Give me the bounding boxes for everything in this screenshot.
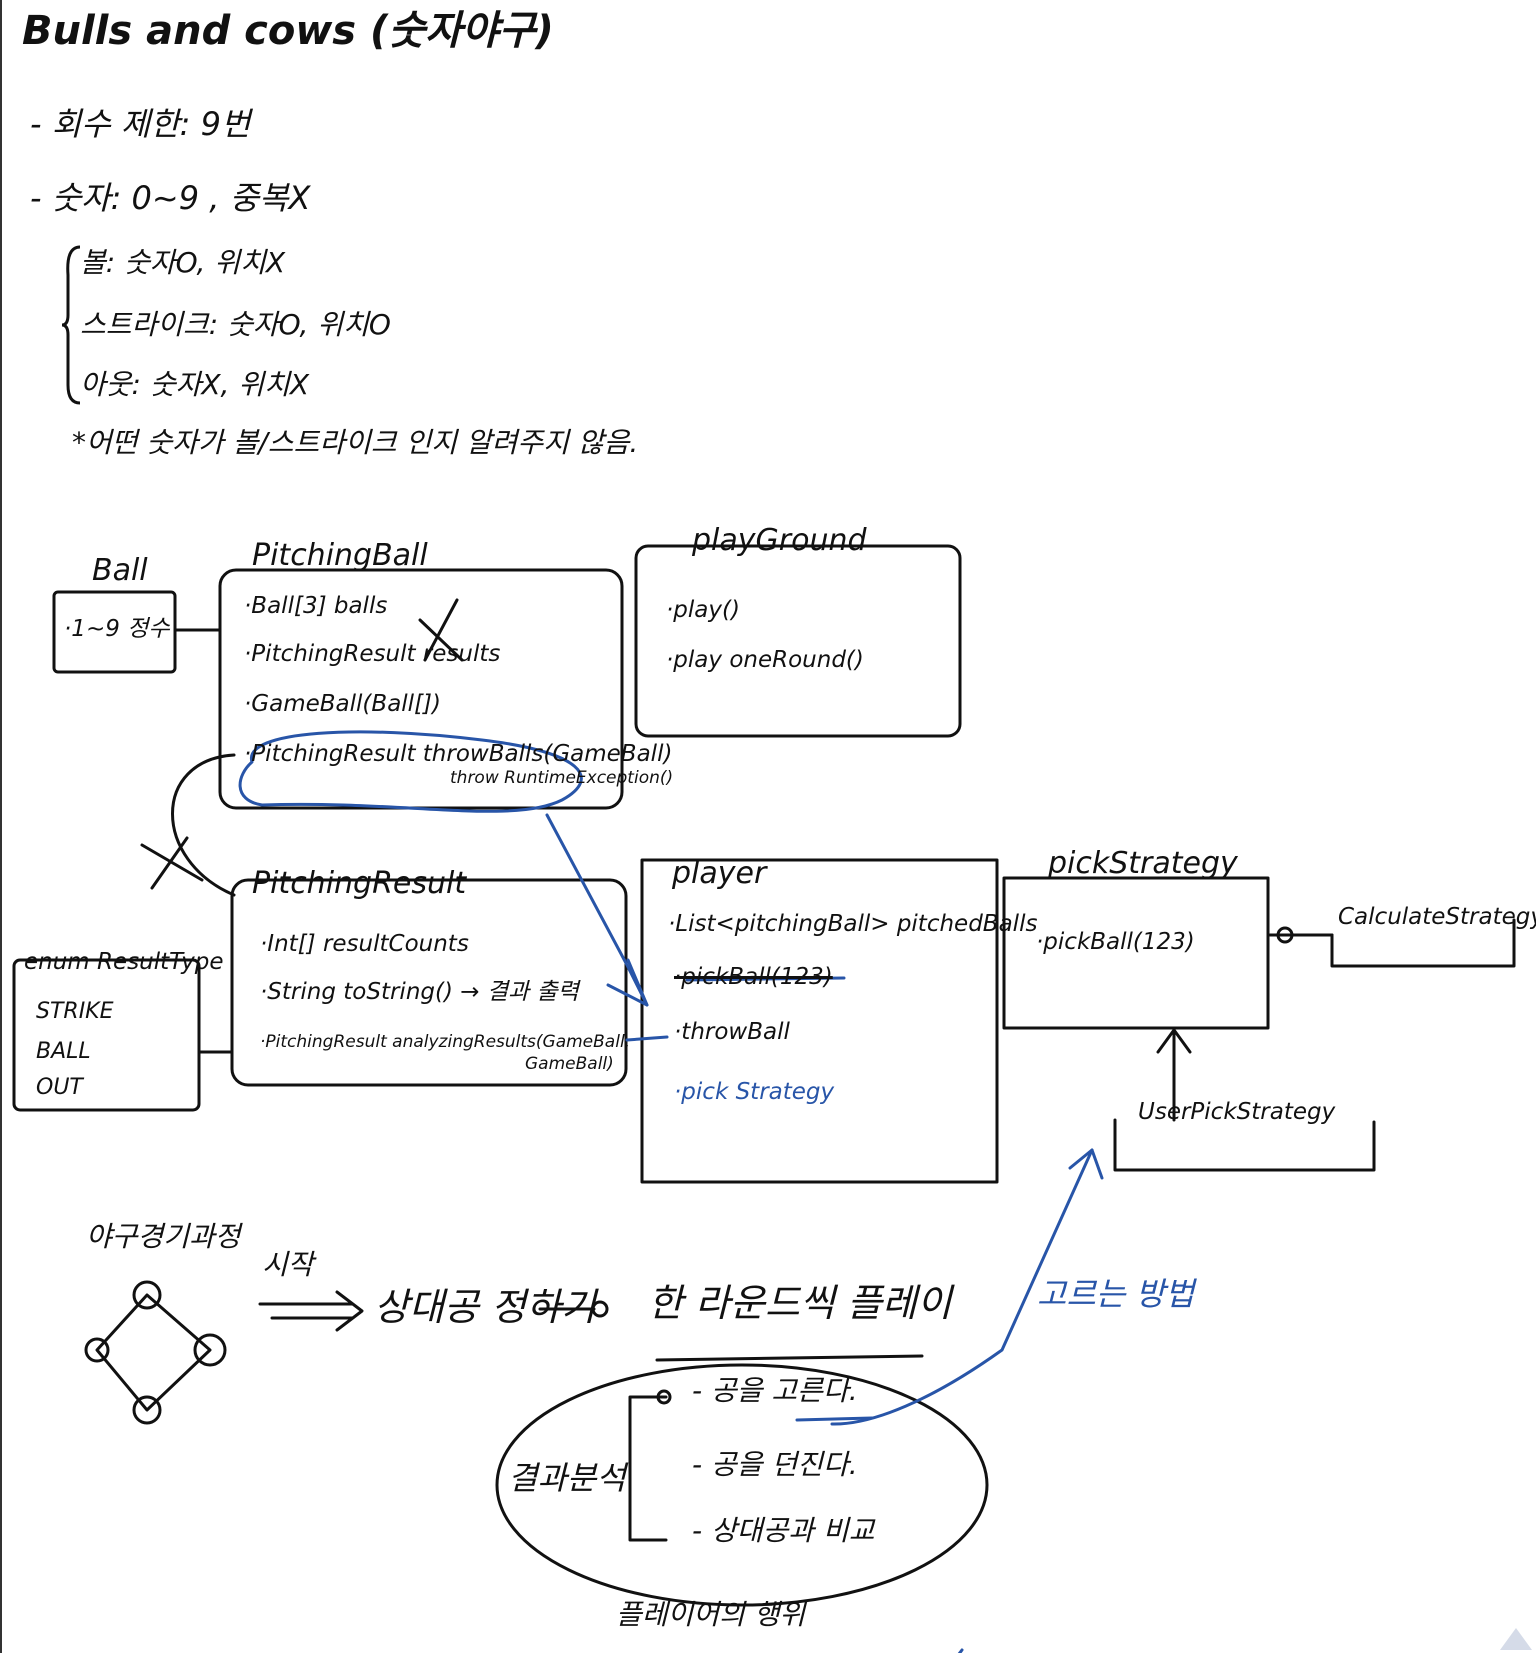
flow-step2: 한 라운드씩 플레이 — [648, 1281, 952, 1325]
sub-step-throw: - 공을 던진다. — [692, 1448, 858, 1481]
player-member-pickball: ·pickBall(123) — [674, 964, 833, 990]
pick-strategy-title: pickStrategy — [1048, 846, 1238, 881]
ball-member: ·1~9 정수 — [64, 616, 170, 642]
scroll-up-icon[interactable] — [1496, 1624, 1536, 1652]
sub-step-pick: - 공을 고른다. — [692, 1374, 858, 1407]
pitching-result-member-tostring: ·String toString() → 결과 출력 — [260, 979, 579, 1005]
pick-ball-underline — [795, 1416, 874, 1422]
analyzing-to-throwball-line — [625, 1035, 669, 1042]
player-member-pitchedballs: ·List<pitchingBall> pitchedBalls — [668, 911, 1038, 937]
pitching-result-member-analyzing-arg: GameBall) — [525, 1054, 614, 1074]
result-type-out: OUT — [36, 1075, 83, 1100]
diagram-canvas: Bulls and cows (숫자야구) - 회수 제한: 9번 - 숫자: … — [0, 0, 1536, 1653]
pitching-ball-member-results: ·PitchingResult results — [244, 641, 501, 667]
player-role-label: 플레이어의 행위 — [616, 1598, 806, 1631]
playground-box — [634, 544, 962, 738]
rule-attempts: - 회수 제한: 9번 — [30, 105, 251, 143]
playground-title: playGround — [692, 523, 867, 558]
player-title: player — [672, 856, 767, 891]
calculate-strategy-title: CalculateStrategy — [1338, 904, 1536, 930]
user-pick-strategy-title: UserPickStrategy — [1138, 1099, 1336, 1125]
rule-note: *어떤 숫자가 볼/스트라이크 인지 알려주지 않음. — [72, 426, 639, 459]
playground-member-play: ·play() — [666, 597, 740, 623]
player-member-pickstrategy: ·pick Strategy — [674, 1079, 835, 1105]
result-type-strike: STRIKE — [36, 999, 114, 1024]
pitching-ball-title: PitchingBall — [252, 538, 428, 573]
pitchingball-to-result-curve — [171, 753, 236, 897]
sub-step-compare: - 상대공과 비교 — [692, 1514, 875, 1547]
throwballs-to-player-arrow — [545, 813, 649, 1007]
page-title: Bulls and cows (숫자야구) — [22, 8, 554, 54]
sub-steps-bracket — [628, 1395, 668, 1542]
pitching-ball-member-gameball: ·GameBall(Ball[]) — [244, 691, 441, 717]
loop-label: 야구경기과정 — [86, 1220, 241, 1253]
user-pick-strategy-bracket — [1113, 1118, 1376, 1172]
rule-ball: 볼: 숫자O, 위치X — [80, 246, 286, 279]
flow-step1: 상대공 정하기 — [374, 1285, 596, 1329]
curve-cross-2 — [150, 836, 189, 890]
playground-member-playoneround: ·play oneRound() — [666, 647, 864, 673]
pick-strategy-member: ·pickBall(123) — [1036, 929, 1195, 955]
ball-title: Ball — [92, 553, 148, 588]
analysis-label: 결과분석 — [508, 1459, 626, 1497]
pitching-result-title: PitchingResult — [252, 866, 467, 901]
start-label: 시작 — [262, 1248, 314, 1281]
rule-out: 아웃: 숫자X, 위치X — [80, 368, 310, 401]
step2-underline — [655, 1354, 924, 1362]
pitching-result-member-counts: ·Int[] resultCounts — [260, 931, 469, 957]
pitching-ball-exception: throw RuntimeException() — [450, 768, 674, 788]
rule-digits: - 숫자: 0~9 , 중복X — [30, 179, 311, 217]
player-member-throwball: ·throwBall — [674, 1019, 790, 1045]
start-arrow-head — [335, 1290, 364, 1332]
rules-brace — [62, 245, 81, 405]
result-type-title: enum ResultType — [24, 949, 224, 975]
pitching-result-member-analyzing: ·PitchingResult analyzingResults(GameBal… — [260, 1032, 631, 1052]
pitching-ball-member-balls: ·Ball[3] balls — [244, 593, 388, 619]
curve-cross-1 — [140, 843, 204, 882]
choose-method-label: 고르는 방법 — [1037, 1275, 1195, 1313]
result-type-ball: BALL — [36, 1039, 91, 1064]
loop-diamond — [95, 1293, 212, 1412]
rule-strike: 스트라이크: 숫자O, 위치O — [80, 308, 391, 341]
pitching-ball-member-throwballs: ·PitchingResult throwBalls(GameBall) — [244, 741, 673, 767]
